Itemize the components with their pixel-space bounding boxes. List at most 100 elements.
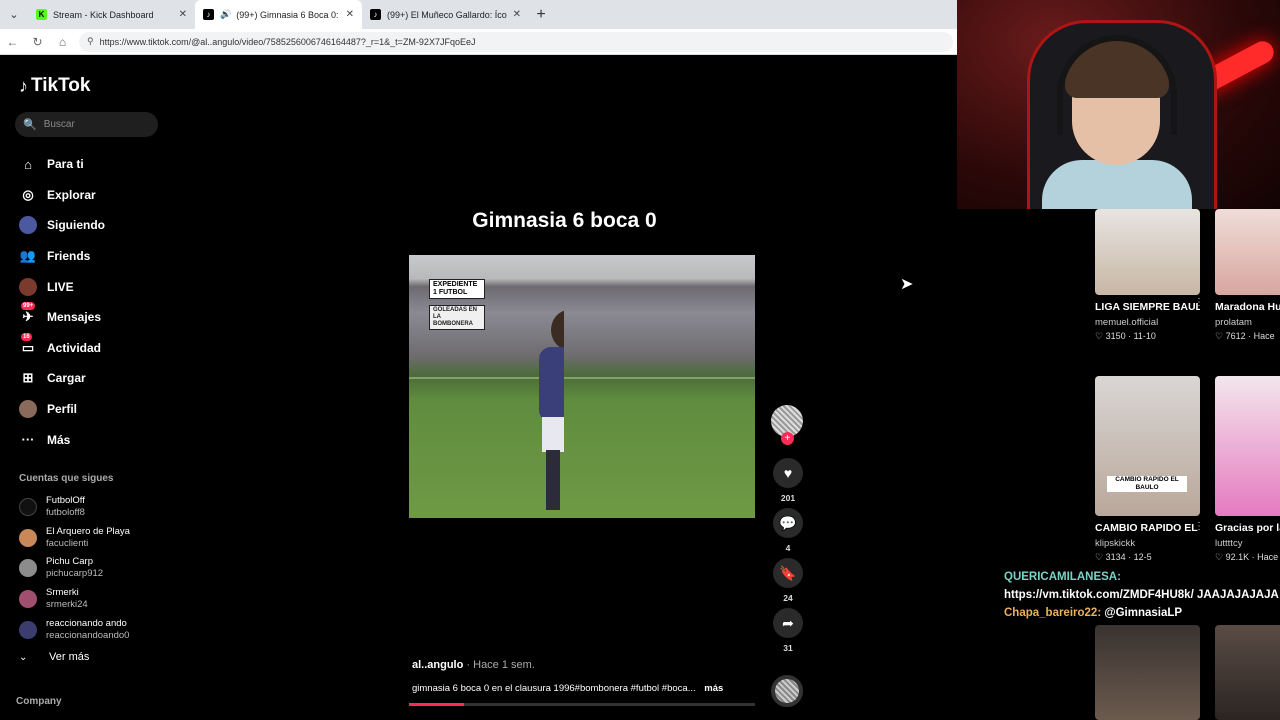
close-tab-icon[interactable]: ✕	[179, 9, 187, 20]
video-thumbnail[interactable]	[1215, 209, 1280, 295]
video-thumbnail[interactable]	[1095, 625, 1200, 720]
browser-tab-kick[interactable]: K Stream - Kick Dashboard ✕	[28, 0, 195, 29]
home-icon: ⌂	[24, 156, 32, 172]
following-list: FutbolOff futboloff8 El Arquero de Playa f…	[19, 492, 130, 645]
account-handle: srmerki24	[46, 599, 88, 611]
music-disc-icon[interactable]	[771, 675, 803, 707]
more-options-icon[interactable]: ⋮	[1194, 297, 1204, 308]
close-tab-icon[interactable]: ✕	[513, 9, 521, 20]
tiktok-icon: ♪	[203, 9, 214, 20]
new-tab-button[interactable]: +	[529, 6, 553, 24]
recommended-card[interactable]	[1215, 625, 1280, 720]
sidebar-item-perfil[interactable]: Perfil	[19, 394, 105, 425]
following-account[interactable]: FutbolOff futboloff8	[19, 492, 130, 523]
close-tab-icon[interactable]: ✕	[346, 9, 354, 20]
home-icon[interactable]: ⌂	[50, 35, 75, 49]
stream-chat-overlay: QUERICAMILANESA: https://vm.tiktok.com/Z…	[1004, 568, 1280, 622]
recommended-column: LIGA SIEMPRE BAULO, NO SE... memuel.offi…	[957, 209, 1280, 720]
video-thumbnail[interactable]	[1095, 209, 1200, 295]
kick-icon: K	[36, 9, 47, 20]
search-box[interactable]: 🔍	[15, 112, 158, 137]
following-account[interactable]: Srmerki srmerki24	[19, 584, 130, 615]
sidebar-item-mas[interactable]: ··· Más	[19, 424, 105, 455]
sidebar-item-para-ti[interactable]: ⌂ Para ti	[19, 149, 105, 180]
following-header: Cuentas que sigues	[19, 473, 114, 484]
search-input[interactable]	[43, 119, 144, 130]
share-action[interactable]: ➦ 31	[770, 608, 806, 653]
following-account[interactable]: El Arquero de Playa facuclienti	[19, 523, 130, 554]
url-text: https://www.tiktok.com/@al..angulo/video…	[99, 36, 476, 47]
profile-icon	[19, 400, 37, 419]
card-stats: ♡ 3150 · 11-10	[1095, 331, 1156, 341]
following-account[interactable]: Pichu Carp pichucarp912	[19, 553, 130, 584]
comment-icon[interactable]: 💬	[773, 508, 803, 538]
video-actions: ♥ 201 💬 4 🔖 24 ➦ 31	[770, 458, 806, 658]
messages-badge: 99+	[21, 302, 36, 311]
nav-label: Más	[47, 432, 71, 447]
chat-message: Chapa_bareiro22: @GimnasiaLP	[1004, 604, 1280, 622]
mouse-cursor-icon: ➤	[900, 276, 914, 293]
back-icon[interactable]: ←	[0, 35, 25, 49]
avatar	[19, 498, 37, 517]
card-title: LIGA SIEMPRE BAULO, NO SE...	[1095, 301, 1200, 313]
chevron-down-icon: ⌄	[19, 651, 28, 663]
sidebar-item-mensajes[interactable]: ✈ 99+ Mensajes	[19, 302, 105, 333]
url-field[interactable]: ⚲ https://www.tiktok.com/@al..angulo/vid…	[79, 31, 953, 52]
account-name: Pichu Carp	[46, 556, 93, 568]
nav-label: Mensajes	[47, 310, 102, 325]
nav-label: Actividad	[47, 340, 102, 355]
avatar	[19, 590, 37, 609]
reload-icon[interactable]: ↻	[25, 35, 50, 49]
sidebar: ♪ TikTok 🔍 ⌂ Para ti ◎ Explorar Siguiend…	[0, 55, 180, 720]
live-icon	[19, 277, 37, 296]
comment-action[interactable]: 💬 4	[770, 508, 806, 553]
follow-plus-button[interactable]: +	[781, 432, 794, 445]
save-action[interactable]: 🔖 24	[770, 558, 806, 603]
video-thumbnail[interactable]	[1215, 625, 1280, 720]
chat-text: @GimnasiaLP	[1104, 607, 1183, 619]
recommended-card[interactable]: Maradona Hu Al Dueño De... prolatam ♡ 76…	[1215, 209, 1280, 342]
sidebar-item-explorar[interactable]: ◎ Explorar	[19, 180, 105, 211]
see-more-button[interactable]: ⌄ Ver más	[19, 651, 89, 663]
more-options-icon[interactable]: ⋮	[1194, 521, 1204, 532]
sidebar-item-siguiendo[interactable]: Siguiendo	[19, 210, 105, 241]
more-icon: ···	[21, 432, 35, 448]
recommended-card[interactable]: LIGA SIEMPRE BAULO, NO SE... memuel.offi…	[1095, 209, 1204, 342]
more-link[interactable]: más	[704, 683, 723, 694]
search-icon: 🔍	[23, 119, 37, 131]
account-name: El Arquero de Playa	[46, 525, 130, 537]
company-link[interactable]: Company	[16, 696, 62, 707]
following-account[interactable]: reaccionando ando reaccionandoando0	[19, 614, 130, 645]
browser-tab-tiktok-active[interactable]: ♪ 🔊 (99+) Gimnasia 6 Boca 0: Un P ✕	[195, 0, 362, 29]
recommended-card[interactable]: CAMBIO RAPIDO EL BAULO CAMBIO RAPIDO EL …	[1095, 376, 1204, 563]
video-thumbnail[interactable]: CAMBIO RAPIDO EL BAULO	[1095, 376, 1200, 516]
sidebar-item-live[interactable]: LIVE	[19, 271, 105, 302]
card-title: CAMBIO RAPIDO EL BAULO...	[1095, 522, 1200, 534]
video-progress-bar[interactable]	[409, 703, 755, 706]
video-player[interactable]: EXPEDIENTE 1 FUTBOL GOLEADAS EN LA BOMBO…	[409, 255, 755, 518]
browser-tab-tiktok[interactable]: ♪ (99+) El Muñeco Gallardo: Ícono de ✕	[362, 0, 529, 29]
card-author: klipskickk	[1095, 538, 1136, 549]
like-action[interactable]: ♥ 201	[770, 458, 806, 503]
share-icon[interactable]: ➦	[773, 608, 803, 638]
avatar	[19, 559, 37, 578]
video-thumbnail[interactable]	[1215, 376, 1280, 516]
tiktok-logo[interactable]: ♪ TikTok	[19, 75, 90, 97]
recommended-card[interactable]	[1095, 625, 1200, 720]
author-name[interactable]: al..angulo	[412, 659, 463, 671]
sidebar-item-friends[interactable]: 👥 Friends	[19, 241, 105, 272]
description-text: gimnasia 6 boca 0 en el clausura 1996#bo…	[412, 683, 696, 694]
account-handle: futboloff8	[46, 507, 85, 519]
site-info-icon[interactable]: ⚲	[87, 36, 94, 47]
video-meta: al..angulo · Hace 1 sem.	[412, 659, 535, 671]
bookmark-icon[interactable]: 🔖	[773, 558, 803, 588]
speaker-icon[interactable]: 🔊	[220, 9, 231, 20]
nav-label: Explorar	[47, 187, 96, 202]
friends-icon: 👥	[19, 248, 37, 264]
tab-search-chevron-icon[interactable]: ⌄	[0, 0, 28, 29]
recommended-card[interactable]: Gracias por la 200k, sin duc luttttcy ♡ …	[1215, 376, 1280, 563]
heart-icon[interactable]: ♥	[773, 458, 803, 488]
nav-label: Siguiendo	[47, 218, 105, 233]
sidebar-item-actividad[interactable]: ▭ 16 Actividad	[19, 332, 105, 364]
sidebar-item-cargar[interactable]: ⊞ Cargar	[19, 363, 105, 394]
